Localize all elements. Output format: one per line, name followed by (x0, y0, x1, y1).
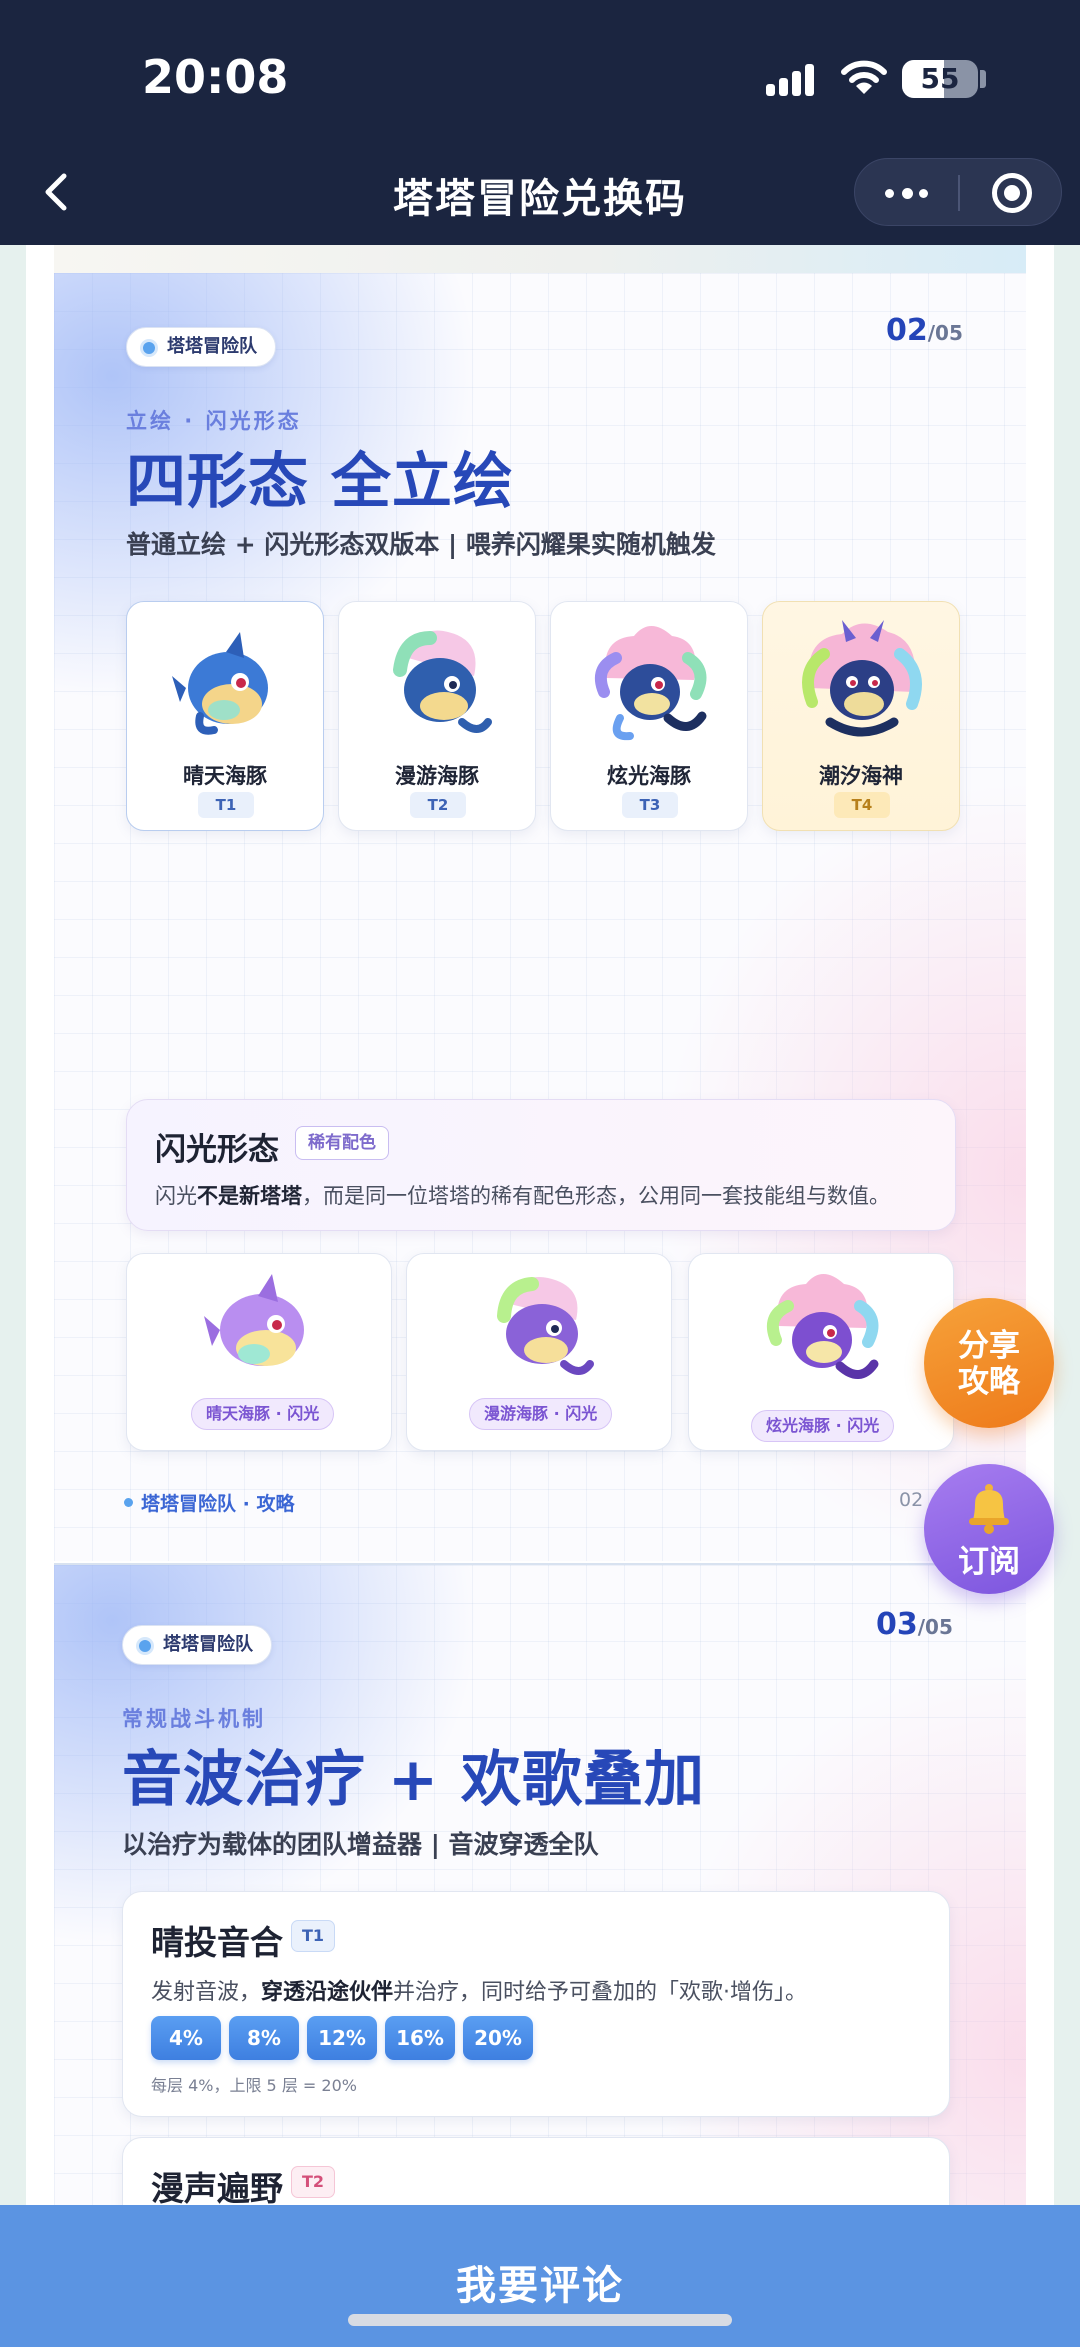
section-title: 四形态 全立绘 (126, 447, 514, 517)
shiny-description: 闪光不是新塔塔，而是同一位塔塔的稀有配色形态，公用同一套技能组与数值。 (155, 1180, 890, 1210)
page-indicator: 03/05 (876, 1607, 953, 1642)
page-indicator: 02/05 (886, 313, 963, 348)
close-target-icon[interactable] (960, 159, 1063, 227)
roaming-dolphin-shiny-art (497, 1277, 594, 1375)
page-current: 02 (886, 313, 928, 348)
section-subtitle: 普通立绘 + 闪光形态双版本 | 喂养闪耀果实随机触发 (126, 530, 716, 559)
more-dots-icon[interactable] (855, 159, 958, 227)
share-label-line1: 分享 (958, 1328, 1020, 1364)
previous-slide-edge (54, 245, 1026, 273)
stack-chip: 4% (151, 2016, 221, 2060)
shiny-desc-prefix: 闪光 (155, 1184, 197, 1208)
form-name: 潮汐海神 (819, 764, 903, 788)
share-label-line2: 攻略 (958, 1364, 1020, 1400)
battery-percent: 55 (920, 62, 960, 95)
team-tag-label: 塔塔冒险队 (167, 336, 257, 357)
status-time: 20:08 (142, 50, 289, 104)
stack-chip: 16% (385, 2016, 455, 2060)
page-total: /05 (927, 321, 963, 345)
signal-icon (766, 62, 822, 96)
rare-color-tag: 稀有配色 (295, 1126, 389, 1160)
tag-dot (143, 342, 155, 354)
skill-card-t1: 晴投音合 T1 发射音波，穿透沿途伙伴并治疗，同时给予可叠加的「欢歌·增伤」。 … (122, 1891, 950, 2117)
page-current: 03 (876, 1607, 918, 1642)
shiny-info-box: 闪光形态 稀有配色 闪光不是新塔塔，而是同一位塔塔的稀有配色形态，公用同一套技能… (126, 1099, 956, 1231)
shiny-desc-bold: 不是新塔塔 (197, 1184, 302, 1208)
tier-badge: T2 (410, 792, 466, 818)
comment-button[interactable]: 我要评论 (0, 2253, 1080, 2311)
tier-badge: T1 (291, 1920, 336, 1952)
skill-desc-prefix: 发射音波， (151, 1980, 262, 2005)
section-title: 音波治疗 + 欢歌叠加 (122, 1745, 706, 1815)
bottom-comment-bar: 我要评论 (0, 2205, 1080, 2347)
dazzle-dolphin-shiny-art (767, 1274, 879, 1379)
roaming-dolphin-art (393, 630, 492, 733)
slide-footer-number: 02 (899, 1489, 924, 1511)
nav-bar: 塔塔冒险兑换码 (0, 140, 1080, 245)
team-tag-label: 塔塔冒险队 (163, 1634, 253, 1655)
shiny-card-sunny[interactable]: 晴天海豚 · 闪光 (126, 1253, 392, 1451)
subscribe-label: 订阅 (958, 1544, 1020, 1580)
mini-program-capsule (854, 158, 1062, 226)
skill-title: 漫声遍野 (151, 2169, 283, 2205)
skill-title: 晴投音合 (151, 1923, 283, 1962)
shiny-label: 晴天海豚 · 闪光 (191, 1398, 335, 1430)
section-kicker: 立绘 · 闪光形态 (126, 409, 302, 433)
tide-god-art (802, 620, 922, 737)
section-kicker: 常规战斗机制 (122, 1707, 266, 1731)
form-card-t1[interactable]: 晴天海豚 T1 (126, 601, 324, 831)
skill-desc-suffix: 并治疗，同时给予可叠加的「欢歌·增伤」。 (393, 1980, 808, 2005)
sunny-dolphin-shiny-art (204, 1274, 304, 1366)
tag-dot (139, 1640, 151, 1652)
team-tag: 塔塔冒险队 (126, 327, 276, 367)
form-name: 晴天海豚 (183, 764, 267, 788)
form-name: 漫游海豚 (395, 764, 479, 788)
form-name: 炫光海豚 (607, 764, 691, 788)
slide-03: 塔塔冒险队 03/05 常规战斗机制 音波治疗 + 欢歌叠加 以治疗为载体的团队… (54, 1563, 1026, 2205)
slide-02: 塔塔冒险队 02/05 立绘 · 闪光形态 四形态 全立绘 普通立绘 + 闪光形… (54, 273, 1026, 1561)
form-card-t2[interactable]: 漫游海豚 T2 (338, 601, 536, 831)
battery-tip (980, 70, 986, 88)
slide-footer-label: 塔塔冒险队 · 攻略 (124, 1489, 294, 1516)
skill-card-t2: 漫声遍野 T2 (122, 2137, 950, 2205)
shiny-label: 炫光海豚 · 闪光 (751, 1410, 895, 1442)
battery-icon: 55 (902, 60, 978, 98)
section-subtitle: 以治疗为载体的团队增益器 | 音波穿透全队 (122, 1830, 599, 1859)
skill-description: 发射音波，穿透沿途伙伴并治疗，同时给予可叠加的「欢歌·增伤」。 (151, 1974, 807, 2006)
stack-chip: 20% (463, 2016, 533, 2060)
skill-note: 每层 4%，上限 5 层 = 20% (151, 2076, 357, 2095)
tier-badge: T2 (291, 2166, 336, 2198)
home-indicator (348, 2314, 732, 2326)
article-content[interactable]: 塔塔冒险队 02/05 立绘 · 闪光形态 四形态 全立绘 普通立绘 + 闪光形… (0, 245, 1080, 2205)
shiny-card-dazzle[interactable]: 炫光海豚 · 闪光 (688, 1253, 954, 1451)
bell-icon (969, 1484, 1009, 1534)
footer-label-text: 塔塔冒险队 · 攻略 (141, 1493, 295, 1515)
tier-badge: T3 (622, 792, 678, 818)
shiny-card-roaming[interactable]: 漫游海豚 · 闪光 (406, 1253, 672, 1451)
team-tag: 塔塔冒险队 (122, 1625, 272, 1665)
status-bar: 20:08 55 (0, 0, 1080, 140)
tier-badge: T4 (834, 792, 890, 818)
shiny-desc-suffix: ，而是同一位塔塔的稀有配色形态，公用同一套技能组与数值。 (302, 1184, 890, 1208)
shiny-title: 闪光形态 (155, 1132, 279, 1168)
stack-chip: 12% (307, 2016, 377, 2060)
wifi-icon (841, 60, 887, 94)
tier-badge: T1 (198, 792, 254, 818)
shiny-label: 漫游海豚 · 闪光 (469, 1398, 613, 1430)
form-card-t3[interactable]: 炫光海豚 T3 (550, 601, 748, 831)
footer-dot (124, 1498, 133, 1507)
skill-desc-bold: 穿透沿途伙伴 (261, 1980, 394, 2005)
share-guide-button[interactable]: 分享 攻略 (924, 1298, 1054, 1428)
page-total: /05 (917, 1615, 953, 1639)
dazzle-dolphin-art (595, 626, 707, 741)
form-card-t4[interactable]: 潮汐海神 T4 (762, 601, 960, 831)
stack-chip: 8% (229, 2016, 299, 2060)
sunny-dolphin-art (172, 632, 268, 735)
subscribe-button[interactable]: 订阅 (924, 1464, 1054, 1594)
